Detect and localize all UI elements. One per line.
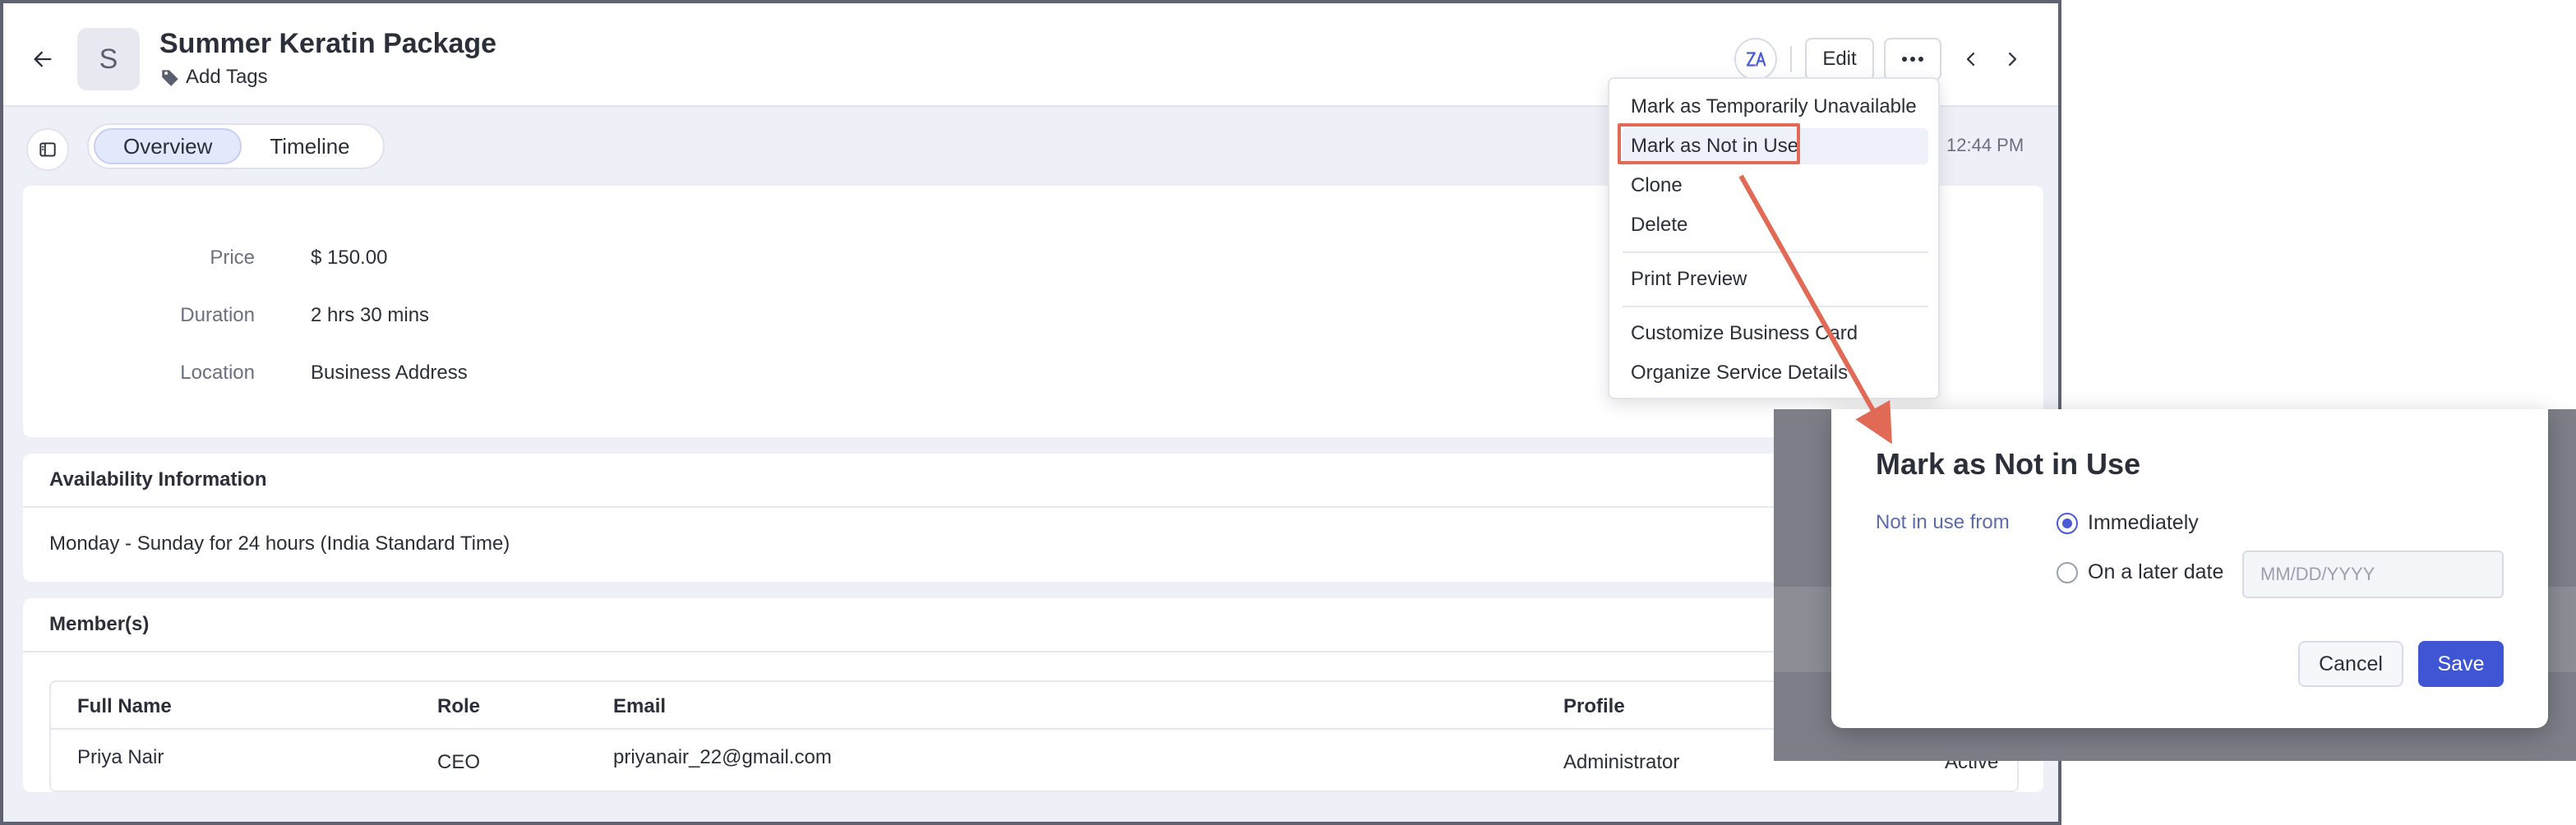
detail-label: Price [210,247,255,269]
more-horizontal-icon [1902,57,1923,62]
availability-card: Availability Information Monday - Sunday… [23,454,2043,582]
date-field[interactable] [2242,551,2504,598]
price-value: $ 150.00 [311,247,388,269]
tab-overview[interactable]: Overview [94,128,242,164]
page-title: Summer Keratin Package [159,28,497,59]
column-header-full-name[interactable]: Full Name [77,695,172,718]
modified-timestamp: 12:44 PM [1946,135,2024,155]
back-button[interactable] [25,41,61,77]
menu-item-clone[interactable]: Clone [1623,168,1928,204]
column-header-profile[interactable]: Profile [1563,695,1625,718]
location-value: Business Address [311,362,468,384]
avatar: S [77,28,140,90]
menu-item-organize-service-details[interactable]: Organize Service Details [1623,355,1928,391]
availability-header: Availability Information [23,454,2043,508]
column-header-role[interactable]: Role [437,695,480,718]
member-email: priyanair_22@gmail.com [613,746,832,768]
member-name: Priya Nair [77,746,164,768]
side-panel-toggle[interactable] [26,128,69,171]
add-tags-label: Add Tags [186,66,268,88]
mark-not-in-use-dialog: Mark as Not in Use Not in use from Immed… [1831,409,2548,728]
members-table: Full Name Role Email Profile Priya Nair … [49,680,2019,792]
arrow-left-icon [34,51,52,67]
view-tabs: Overview Timeline [87,123,385,169]
menu-divider [1623,251,1928,253]
detail-label: Duration [180,304,255,326]
menu-item-print-preview[interactable]: Print Preview [1623,261,1928,297]
tab-timeline[interactable]: Timeline [242,128,377,164]
more-options-button[interactable] [1884,38,1941,81]
save-button[interactable]: Save [2418,641,2504,687]
radio-unselected-icon [2057,561,2078,583]
detail-label: Location [180,362,255,384]
radio-later-date[interactable]: On a later date [2057,560,2223,584]
availability-title: Availability Information [49,468,267,491]
table-divider [51,728,2017,730]
sidebar-panel-icon [39,142,56,157]
members-card: Member(s) Full Name Role Email Profile P… [23,598,2043,792]
duration-value: 2 hrs 30 mins [311,304,430,326]
cancel-button[interactable]: Cancel [2298,641,2403,687]
column-header-email[interactable]: Email [613,695,666,718]
chevron-right-icon [2008,52,2017,67]
availability-text: Monday - Sunday for 24 hours (India Stan… [49,532,510,555]
menu-item-mark-not-in-use[interactable]: Mark as Not in Use [1623,128,1928,164]
menu-item-mark-temporarily-unavailable[interactable]: Mark as Temporarily Unavailable [1623,89,1928,125]
radio-immediately-label: Immediately [2088,511,2199,534]
menu-divider [1623,306,1928,307]
next-record-button[interactable] [1994,41,2030,77]
edit-button[interactable]: Edit [1805,38,1874,81]
not-in-use-from-label: Not in use from [1876,511,2010,533]
dialog-title: Mark as Not in Use [1876,447,2141,481]
radio-immediately[interactable]: Immediately [2057,511,2199,535]
radio-selected-icon [2057,512,2078,534]
members-header: Member(s) [23,598,2043,652]
member-profile: Administrator [1563,751,1680,773]
header-divider [1790,46,1792,72]
menu-item-customize-business-card[interactable]: Customize Business Card [1623,316,1928,352]
chevron-left-icon [1966,52,1975,67]
members-title: Member(s) [49,613,150,635]
add-tags-link[interactable]: Add Tags [159,66,268,89]
more-options-menu: Mark as Temporarily Unavailable Mark as … [1608,77,1940,399]
assistant-icon [1746,52,1766,67]
assistant-button[interactable] [1734,38,1777,81]
previous-record-button[interactable] [1953,41,1989,77]
tag-icon [162,70,178,86]
member-role: CEO [437,751,481,773]
menu-item-delete[interactable]: Delete [1623,207,1928,243]
radio-later-date-label: On a later date [2088,560,2224,583]
